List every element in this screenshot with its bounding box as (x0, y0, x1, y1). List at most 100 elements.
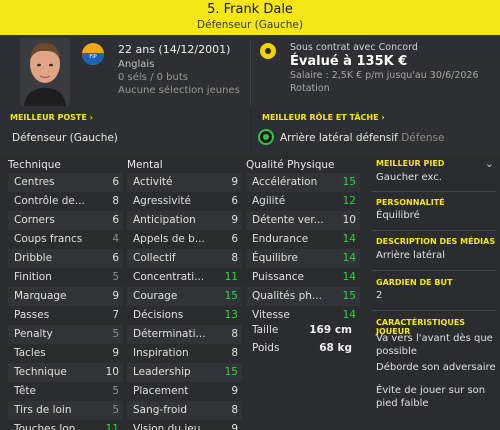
best-role-panel[interactable]: MEILLEUR RÔLE ET TÂCHE › Arrière latéral… (252, 110, 500, 155)
attribute-label: Puissance (252, 271, 304, 283)
mental-attribute-row[interactable]: Inspiration 8 (127, 344, 242, 363)
attribute-value: 15 (342, 176, 356, 188)
technical-attribute-row[interactable]: Tirs de loin 5 (8, 401, 123, 420)
goalkeeper-title: GARDIEN DE BUT (376, 278, 453, 287)
divider (372, 270, 496, 271)
technical-attribute-row[interactable]: Penalty 5 (8, 325, 123, 344)
physical-attribute-row[interactable]: Accélération 15 (246, 173, 360, 192)
attribute-label: Technique (14, 366, 67, 378)
goalkeeper-rating: 2 (376, 290, 383, 301)
attribute-label: Contrôle de... (14, 195, 85, 207)
attribute-label: Décisions (133, 309, 184, 321)
international-stats: 0 séls / 0 buts (118, 72, 188, 83)
attribute-label: Penalty (14, 328, 53, 340)
contract-status[interactable]: Sous contrat avec Concord (290, 42, 418, 53)
technical-attribute-row[interactable]: Passes 7 (8, 306, 123, 325)
technical-attribute-row[interactable]: Tacles 9 (8, 344, 123, 363)
chevron-right-icon: › (89, 113, 93, 122)
personality-title: PERSONNALITÉ (376, 198, 445, 207)
physical-attribute-row[interactable]: Qualités ph... 15 (246, 287, 360, 306)
attribute-label: Endurance (252, 233, 309, 245)
mental-attribute-row[interactable]: Appels de b... 6 (127, 230, 242, 249)
chevron-down-icon[interactable]: ⌄ (485, 157, 494, 170)
attribute-label: Appels de b... (133, 233, 205, 245)
mental-attribute-row[interactable]: Déterminati... 8 (127, 325, 242, 344)
technical-attribute-row[interactable]: Contrôle de... 8 (8, 192, 123, 211)
attribute-label: Dribble (14, 252, 53, 264)
attribute-label: Détente ver... (252, 214, 324, 226)
attribute-label: Équilibre (252, 252, 298, 264)
role-suitability-icon (258, 129, 274, 145)
attribute-label: Vitesse (252, 309, 290, 321)
attribute-value: 11 (105, 423, 119, 430)
mental-attribute-row[interactable]: Courage 15 (127, 287, 242, 306)
attribute-label: Inspiration (133, 347, 189, 359)
mental-attribute-row[interactable]: Anticipation 9 (127, 211, 242, 230)
attribute-label: Placement (133, 385, 189, 397)
attribute-label: Finition (14, 271, 52, 283)
mental-attribute-row[interactable]: Collectif 8 (127, 249, 242, 268)
mental-attribute-row[interactable]: Décisions 13 (127, 306, 242, 325)
technical-attribute-row[interactable]: Corners 6 (8, 211, 123, 230)
mental-attribute-row[interactable]: Sang-froid 8 (127, 401, 242, 420)
mental-attribute-row[interactable]: Agressivité 6 (127, 192, 242, 211)
attribute-label: Tirs de loin (14, 404, 72, 416)
technical-attribute-row[interactable]: Dribble 6 (8, 249, 123, 268)
attribute-value: 8 (231, 404, 238, 416)
technical-attribute-row[interactable]: Coups francs 4 (8, 230, 123, 249)
best-position-panel[interactable]: MEILLEUR POSTE › Défenseur (Gauche) (0, 110, 250, 155)
attribute-label: Centres (14, 176, 55, 188)
physical-attribute-row[interactable]: Équilibre 14 (246, 249, 360, 268)
physical-attribute-row[interactable]: Endurance 14 (246, 230, 360, 249)
attribute-value: 10 (342, 214, 356, 226)
physical-attribute-row[interactable]: Vitesse 14 (246, 306, 360, 325)
attribute-value: 6 (112, 176, 119, 188)
technical-attribute-row[interactable]: Tête 5 (8, 382, 123, 401)
weight-value: 68 kg (319, 342, 352, 354)
club-badge[interactable] (260, 43, 276, 59)
attribute-label: Accélération (252, 176, 318, 188)
attribute-value: 14 (342, 309, 356, 321)
attribute-label: Agressivité (133, 195, 191, 207)
nationality[interactable]: Anglais (118, 59, 154, 70)
divider (372, 310, 496, 311)
mental-attribute-row[interactable]: Placement 9 (127, 382, 242, 401)
attribute-value: 8 (112, 195, 119, 207)
technical-header: Technique (8, 159, 61, 171)
attribute-label: Passes (14, 309, 50, 321)
nation-badge[interactable]: FIP (82, 43, 104, 65)
technical-attribute-row[interactable]: Technique 10 (8, 363, 123, 382)
divider (372, 230, 496, 231)
physical-attribute-row[interactable]: Détente ver... 10 (246, 211, 360, 230)
preferred-foot-title: MEILLEUR PIED (376, 159, 445, 168)
physical-attribute-row[interactable]: Agilité 12 (246, 192, 360, 211)
mental-header: Mental (127, 159, 163, 171)
mental-attribute-row[interactable]: Leadership 15 (127, 363, 242, 382)
technical-attribute-row[interactable]: Finition 5 (8, 268, 123, 287)
attribute-value: 13 (224, 309, 238, 321)
technical-attribute-row[interactable]: Centres 6 (8, 173, 123, 192)
attribute-label: Sang-froid (133, 404, 187, 416)
technical-attribute-row[interactable]: Touches lon... 11 (8, 420, 123, 430)
technical-attribute-row[interactable]: Marquage 9 (8, 287, 123, 306)
physical-attribute-row[interactable]: Puissance 14 (246, 268, 360, 287)
best-role-value: Arrière latéral défensif Défense (280, 132, 445, 144)
attribute-value: 5 (112, 385, 119, 397)
attribute-value: 15 (224, 290, 238, 302)
attribute-value: 7 (112, 309, 119, 321)
attribute-label: Agilité (252, 195, 286, 207)
mental-attribute-row[interactable]: Activité 9 (127, 173, 242, 192)
mental-attribute-row[interactable]: Vision du jeu 9 (127, 420, 242, 430)
attribute-value: 14 (342, 271, 356, 283)
attribute-label: Tête (14, 385, 36, 397)
attribute-value: 6 (112, 252, 119, 264)
mental-attribute-row[interactable]: Concentrati... 11 (127, 268, 242, 287)
media-description-title: DESCRIPTION DES MÉDIAS (376, 237, 496, 246)
attribute-value: 8 (231, 347, 238, 359)
preferred-foot: Gaucher exc. (376, 172, 442, 183)
attribute-value: 9 (112, 347, 119, 359)
attribute-value: 4 (112, 233, 119, 245)
attribute-label: Collectif (133, 252, 176, 264)
attribute-value: 14 (342, 233, 356, 245)
attribute-label: Anticipation (133, 214, 196, 226)
